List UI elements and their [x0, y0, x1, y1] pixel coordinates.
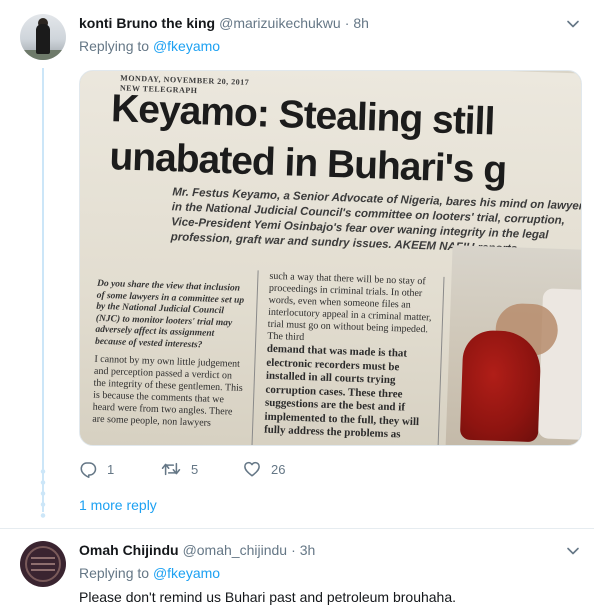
like-button[interactable]: 26 [243, 460, 285, 478]
thread-dotted-connector [40, 466, 46, 518]
newspaper-column-2-body: demand that was made is that electronic … [263, 342, 420, 441]
separator-dot: · [344, 15, 350, 31]
replying-to: Replying to @fkeyamo [79, 38, 220, 54]
like-count: 26 [271, 461, 286, 477]
newspaper-headline-line1: Keyamo: Stealing still [110, 87, 495, 144]
chevron-down-icon[interactable] [566, 17, 580, 31]
newspaper-clipping: MONDAY, NOVEMBER 20, 2017 NEW TELEGRAPH … [80, 71, 581, 445]
mention-link[interactable]: @fkeyamo [153, 38, 220, 54]
chevron-down-icon[interactable] [566, 544, 580, 558]
reply-button[interactable]: 1 [79, 460, 114, 478]
retweet-icon [161, 462, 181, 476]
column-rule [436, 276, 445, 445]
tweet-text: Please don't remind us Buhari past and p… [79, 589, 457, 605]
timestamp[interactable]: 8h [353, 15, 369, 31]
replying-to-label: Replying to [79, 38, 150, 54]
display-name[interactable]: Omah Chijindu [79, 542, 179, 558]
newspaper-column-1: Do you share the view that inclusion of … [92, 279, 247, 431]
tweet-header: konti Bruno the king @marizuikechukwu · … [79, 14, 369, 32]
tweet-media-image[interactable]: MONDAY, NOVEMBER 20, 2017 NEW TELEGRAPH … [79, 70, 582, 446]
newspaper-headline-line2: unabated in Buhari's g [108, 135, 507, 192]
newspaper-column-1-body: I cannot by my own little judgement and … [92, 353, 243, 429]
separator-dot: · [291, 542, 296, 558]
more-replies-link[interactable]: 1 more reply [79, 497, 157, 513]
tweet-omah-chijindu[interactable]: Omah Chijindu @omah_chijindu · 3h Replyi… [0, 529, 594, 615]
avatar[interactable] [20, 14, 66, 60]
column-rule [250, 270, 259, 445]
newspaper-column-2: such a way that there will be no stay of… [264, 271, 436, 443]
display-name[interactable]: konti Bruno the king [79, 15, 215, 31]
mention-link[interactable]: @fkeyamo [153, 565, 220, 581]
reply-count: 1 [107, 461, 115, 477]
avatar[interactable] [20, 541, 66, 587]
thread-line [42, 68, 44, 512]
retweet-count: 5 [191, 461, 199, 477]
timestamp[interactable]: 3h [300, 542, 316, 558]
newspaper-question: Do you share the view that inclusion of … [94, 278, 245, 350]
heart-icon [244, 461, 260, 477]
replying-to: Replying to @fkeyamo [79, 565, 220, 581]
newspaper-column-2-top: such a way that there will be no stay of… [267, 270, 432, 344]
reply-icon [80, 462, 97, 478]
tweet-konti-bruno[interactable]: konti Bruno the king @marizuikechukwu · … [0, 0, 594, 527]
replying-to-label: Replying to [79, 565, 150, 581]
user-handle[interactable]: @omah_chijindu [183, 542, 288, 558]
user-handle[interactable]: @marizuikechukwu [219, 15, 341, 31]
retweet-button[interactable]: 5 [161, 460, 198, 478]
tweet-header: Omah Chijindu @omah_chijindu · 3h [79, 541, 315, 559]
